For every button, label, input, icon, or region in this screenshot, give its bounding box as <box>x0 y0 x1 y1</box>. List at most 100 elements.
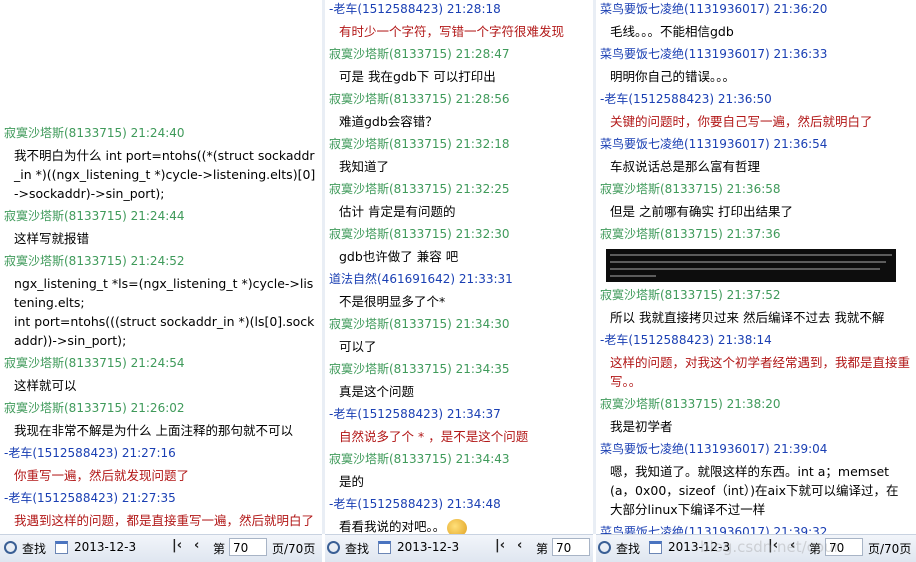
message-sender-time[interactable]: 菜鸟要饭七凌绝(1131936017) 21:36:54 <box>596 135 916 154</box>
message-text: 这样就可以 <box>14 378 77 393</box>
message-sender-time[interactable]: 菜鸟要饭七凌绝(1131936017) 21:39:32 <box>596 523 916 534</box>
message-sender-time[interactable]: 寂寞沙塔斯(8133715) 21:37:36 <box>596 225 916 244</box>
message-sender-time[interactable]: -老车(1512588423) 21:36:50 <box>596 90 916 109</box>
terminal-line <box>610 275 656 277</box>
chat-message: -老车(1512588423) 21:27:16 你重写一遍，然后就发现问题了 <box>0 444 322 489</box>
chat-message: -老车(1512588423) 21:38:14 这样的问题，对我这个初学者经常遇… <box>596 331 916 395</box>
message-text: 我现在非常不解是为什么 上面注释的那句就不可以 <box>14 423 293 438</box>
prev-page-icon[interactable]: ‹ <box>194 538 199 553</box>
chat-message: 寂寞沙塔斯(8133715) 21:34:30 可以了 <box>325 315 593 360</box>
search-icon[interactable] <box>4 541 17 554</box>
first-page-icon[interactable]: |‹ <box>495 538 505 553</box>
message-text: 我知道了 <box>339 159 390 174</box>
search-icon[interactable] <box>327 541 340 554</box>
message-sender-time[interactable]: 寂寞沙塔斯(8133715) 21:34:30 <box>325 315 593 334</box>
chat-message: 寂寞沙塔斯(8133715) 21:34:35 真是这个问题 <box>325 360 593 405</box>
page-prefix: 第 <box>213 542 226 556</box>
date-label[interactable]: 2013-12-3 <box>74 540 136 554</box>
message-sender-time[interactable]: 寂寞沙塔斯(8133715) 21:32:25 <box>325 180 593 199</box>
message-sender-time[interactable]: 寂寞沙塔斯(8133715) 21:36:58 <box>596 180 916 199</box>
chat-message: 菜鸟要饭七凌绝(1131936017) 21:39:04 嗯，我知道了。就限这样的… <box>596 440 916 523</box>
message-sender-time[interactable]: -老车(1512588423) 21:27:16 <box>0 444 322 463</box>
message-body: ngx_listening_t *ls=(ngx_listening_t *)c… <box>0 271 322 354</box>
message-body: 估计 肯定是有问题的 <box>325 199 593 225</box>
message-body: 所以 我就直接拷贝过来 然后编译不过去 我就不解 <box>596 305 916 331</box>
message-body: gdb也许做了 兼容 吧 <box>325 244 593 270</box>
message-sender-time[interactable]: 菜鸟要饭七凌绝(1131936017) 21:39:04 <box>596 440 916 459</box>
first-page-icon[interactable]: |‹ <box>172 538 182 553</box>
chat-message: 寂寞沙塔斯(8133715) 21:36:58 但是 之前哪有确实 打印出结果了 <box>596 180 916 225</box>
message-text: 这样写就报错 <box>14 231 90 246</box>
message-text: 明明你自己的错误。。。 <box>610 69 736 84</box>
message-sender-time[interactable]: 寂寞沙塔斯(8133715) 21:26:02 <box>0 399 322 418</box>
message-body: 这样的问题，对我这个初学者经常遇到，我都是直接重写。。 <box>596 350 916 395</box>
message-sender-time[interactable]: 寂寞沙塔斯(8133715) 21:34:35 <box>325 360 593 379</box>
calendar-icon[interactable] <box>55 541 68 554</box>
search-button[interactable]: 查找 <box>616 540 640 557</box>
message-sender-time[interactable]: 寂寞沙塔斯(8133715) 21:28:47 <box>325 45 593 64</box>
terminal-screenshot-image[interactable] <box>606 249 896 282</box>
chat-panel-2: -老车(1512588423) 21:28:18 有时少一个字符，写错一个字符很难… <box>325 0 593 534</box>
message-sender-time[interactable]: 寂寞沙塔斯(8133715) 21:34:43 <box>325 450 593 469</box>
chat-message: 寂寞沙塔斯(8133715) 21:24:52 ngx_listening_t *… <box>0 252 322 354</box>
calendar-icon[interactable] <box>378 541 391 554</box>
search-button[interactable]: 查找 <box>22 540 46 557</box>
message-list: -老车(1512588423) 21:28:18 有时少一个字符，写错一个字符很难… <box>325 0 593 534</box>
chat-message: 寂寞沙塔斯(8133715) 21:37:52 所以 我就直接拷贝过来 然后编译不… <box>596 286 916 331</box>
calendar-icon[interactable] <box>649 541 662 554</box>
chat-message: 寂寞沙塔斯(8133715) 21:24:54 这样就可以 <box>0 354 322 399</box>
history-toolbar: 查找 2013-12-3 |‹ ‹ 第 70 页/70页 <box>0 534 322 562</box>
message-sender-time[interactable]: 菜鸟要饭七凌绝(1131936017) 21:36:33 <box>596 45 916 64</box>
date-label[interactable]: 2013-12-3 <box>397 540 459 554</box>
message-body: 不是很明显多了个* <box>325 289 593 315</box>
message-sender-time[interactable]: 寂寞沙塔斯(8133715) 21:24:54 <box>0 354 322 373</box>
chat-message: 菜鸟要饭七凌绝(1131936017) 21:36:54 车叔说话总是那么富有哲理 <box>596 135 916 180</box>
message-sender-time[interactable]: 寂寞沙塔斯(8133715) 21:32:18 <box>325 135 593 154</box>
page-input[interactable]: 70 <box>552 538 590 556</box>
message-sender-time[interactable]: -老车(1512588423) 21:34:48 <box>325 495 593 514</box>
message-sender-time[interactable]: 寂寞沙塔斯(8133715) 21:37:52 <box>596 286 916 305</box>
search-icon[interactable] <box>598 541 611 554</box>
message-sender-time[interactable]: 道法自然(461691642) 21:33:31 <box>325 270 593 289</box>
message-sender-time[interactable]: -老车(1512588423) 21:38:14 <box>596 331 916 350</box>
page-input[interactable]: 70 <box>825 538 863 556</box>
message-body: 我是初学者 <box>596 414 916 440</box>
message-text: 关键的问题时，你要自己写一遍，然后就明白了 <box>610 114 873 129</box>
first-page-icon[interactable]: |‹ <box>768 538 778 553</box>
message-sender-time[interactable]: 寂寞沙塔斯(8133715) 21:24:40 <box>0 124 322 143</box>
date-label[interactable]: 2013-12-3 <box>668 540 730 554</box>
smile-emoji-icon <box>447 518 468 534</box>
message-body: 车叔说话总是那么富有哲理 <box>596 154 916 180</box>
chat-message: -老车(1512588423) 21:34:37 自然说多了个 * ，是不是这个问… <box>325 405 593 450</box>
message-sender-time[interactable]: 寂寞沙塔斯(8133715) 21:24:52 <box>0 252 322 271</box>
message-body: 你重写一遍，然后就发现问题了 <box>0 463 322 489</box>
prev-page-icon[interactable]: ‹ <box>517 538 522 553</box>
page-input[interactable]: 70 <box>229 538 267 556</box>
message-body: 我现在非常不解是为什么 上面注释的那句就不可以 <box>0 418 322 444</box>
message-sender-time[interactable]: 寂寞沙塔斯(8133715) 21:32:30 <box>325 225 593 244</box>
message-text: 可是 我在gdb下 可以打印出 <box>339 69 496 84</box>
message-body: 关键的问题时，你要自己写一遍，然后就明白了 <box>596 109 916 135</box>
message-body <box>596 244 916 286</box>
chat-message: 寂寞沙塔斯(8133715) 21:24:44 这样写就报错 <box>0 207 322 252</box>
chat-message: 寂寞沙塔斯(8133715) 21:32:30 gdb也许做了 兼容 吧 <box>325 225 593 270</box>
chat-message: 寂寞沙塔斯(8133715) 21:32:18 我知道了 <box>325 135 593 180</box>
message-sender-time[interactable]: -老车(1512588423) 21:27:35 <box>0 489 322 508</box>
message-body: 嗯，我知道了。就限这样的东西。int a；memset(a，0x00，sizeo… <box>596 459 916 523</box>
message-body: 可以了 <box>325 334 593 360</box>
message-sender-time[interactable]: 菜鸟要饭七凌绝(1131936017) 21:36:20 <box>596 0 916 19</box>
message-sender-time[interactable]: 寂寞沙塔斯(8133715) 21:28:56 <box>325 90 593 109</box>
message-sender-time[interactable]: -老车(1512588423) 21:28:18 <box>325 0 593 19</box>
message-sender-time[interactable]: -老车(1512588423) 21:34:37 <box>325 405 593 424</box>
prev-page-icon[interactable]: ‹ <box>790 538 795 553</box>
message-body: 但是 之前哪有确实 打印出结果了 <box>596 199 916 225</box>
message-sender-time[interactable]: 寂寞沙塔斯(8133715) 21:24:44 <box>0 207 322 226</box>
message-text: 自然说多了个 * ，是不是这个问题 <box>339 429 529 444</box>
message-text: 不是很明显多了个* <box>339 294 446 309</box>
message-text: 是的 <box>339 474 365 489</box>
page-total: 页/70页 <box>272 542 316 556</box>
chat-message: 寂寞沙塔斯(8133715) 21:37:36 <box>596 225 916 286</box>
chat-message: 寂寞沙塔斯(8133715) 21:24:40 我不明白为什么 int port=… <box>0 124 322 207</box>
message-sender-time[interactable]: 寂寞沙塔斯(8133715) 21:38:20 <box>596 395 916 414</box>
search-button[interactable]: 查找 <box>345 540 369 557</box>
